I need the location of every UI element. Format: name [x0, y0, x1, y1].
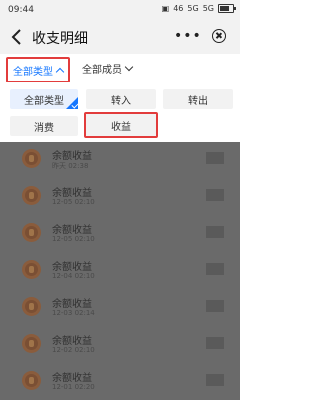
record-title: 余额收益	[52, 188, 92, 199]
coin-icon	[22, 371, 41, 390]
status-icons: ▣ 46 5G 5G	[161, 4, 236, 13]
close-icon[interactable]	[212, 29, 226, 43]
battery-icon	[218, 4, 236, 13]
option-label: 转出	[188, 95, 208, 107]
option-label: 转入	[111, 95, 131, 107]
status-time: 09:44	[8, 5, 34, 15]
coin-icon	[22, 297, 41, 316]
dimmed-record-list[interactable]: 余额收益 昨天 02:38 余额收益 12-05 02:10 余额收益 12-0…	[0, 142, 240, 400]
record-time: 12-02 02:10	[52, 346, 95, 354]
chevron-up-icon	[55, 67, 65, 77]
option-all-types[interactable]: 全部类型	[10, 89, 79, 109]
record-amount-masked	[206, 337, 224, 349]
option-label: 收益	[111, 121, 131, 133]
record-amount-masked	[206, 189, 224, 201]
signal-5g-1: 5G	[187, 4, 199, 13]
record-time: 12-05 02:10	[52, 198, 95, 206]
coin-icon	[22, 186, 41, 205]
record-row: 余额收益 12-05 02:10	[0, 216, 240, 252]
record-amount-masked	[206, 226, 224, 238]
member-filter-dropdown[interactable]: 全部成员	[82, 57, 134, 79]
checkmark-icon	[66, 97, 79, 109]
record-title: 余额收益	[52, 225, 92, 236]
record-title: 余额收益	[52, 299, 92, 310]
nav-bar: 收支明细 •••	[0, 20, 240, 54]
signal-4g: 46	[173, 4, 184, 13]
option-consumption[interactable]: 消费	[10, 116, 78, 136]
record-row: 余额收益 12-05 02:10	[0, 179, 240, 215]
record-row: 余额收益 12-03 02:14	[0, 290, 240, 326]
record-title: 余额收益	[52, 262, 92, 273]
member-filter-label: 全部成员	[82, 64, 122, 76]
record-amount-masked	[206, 374, 224, 386]
option-income[interactable]: 收益	[84, 112, 158, 138]
back-arrow-icon[interactable]	[8, 27, 26, 47]
option-label: 全部类型	[24, 95, 64, 107]
record-title: 余额收益	[52, 373, 92, 384]
option-label: 消费	[34, 122, 54, 134]
type-filter-dropdown[interactable]: 全部类型	[6, 57, 70, 83]
record-time: 12-03 02:14	[52, 309, 95, 317]
coin-icon	[22, 260, 41, 279]
status-bar: 09:44 ▣ 46 5G 5G	[0, 0, 240, 20]
record-title: 余额收益	[52, 151, 92, 162]
hd-icon: ▣	[161, 4, 170, 13]
coin-icon	[22, 149, 41, 168]
record-amount-masked	[206, 152, 224, 164]
filter-bar: 全部类型 全部成员	[0, 54, 240, 83]
page-title: 收支明细	[32, 31, 88, 47]
signal-5g-2: 5G	[202, 4, 214, 13]
record-time: 12-05 02:10	[52, 235, 95, 243]
record-amount-masked	[206, 300, 224, 312]
record-time: 12-04 02:10	[52, 272, 95, 280]
record-title: 余额收益	[52, 336, 92, 347]
record-row: 余额收益 昨天 02:38	[0, 142, 240, 178]
more-options-icon[interactable]: •••	[174, 28, 202, 44]
type-filter-label: 全部类型	[13, 66, 53, 78]
coin-icon	[22, 334, 41, 353]
option-transfer-in[interactable]: 转入	[86, 89, 156, 109]
type-options-panel: 全部类型 转入 转出 消费 收益	[0, 82, 240, 142]
record-time: 昨天 02:38	[52, 162, 89, 170]
chevron-down-icon	[124, 62, 134, 71]
option-transfer-out[interactable]: 转出	[163, 89, 233, 109]
record-row: 余额收益 12-04 02:10	[0, 253, 240, 289]
record-amount-masked	[206, 263, 224, 275]
record-time: 12-01 02:20	[52, 383, 95, 391]
coin-icon	[22, 223, 41, 242]
record-row: 余额收益 12-02 02:10	[0, 327, 240, 363]
record-row: 余额收益 12-01 02:20	[0, 364, 240, 400]
